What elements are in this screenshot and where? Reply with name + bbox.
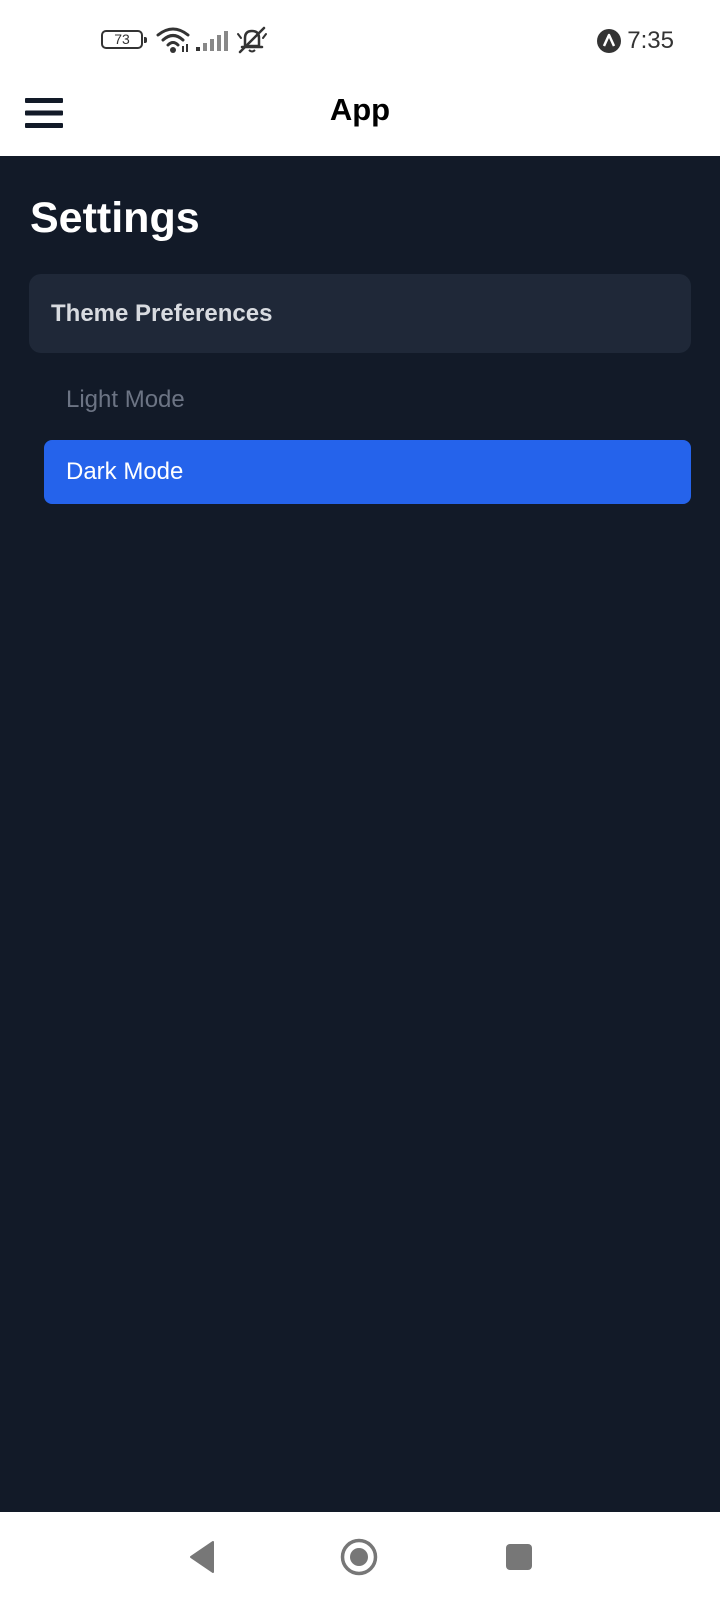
- home-button[interactable]: [334, 1532, 384, 1582]
- option-label: Light Mode: [66, 386, 185, 413]
- recents-button[interactable]: [494, 1532, 544, 1582]
- app-bar: App: [0, 80, 720, 156]
- app-title: App: [329, 92, 391, 127]
- home-icon: [340, 1538, 378, 1576]
- recents-icon: [506, 1544, 532, 1570]
- dark-mode-option[interactable]: Dark Mode: [44, 440, 691, 504]
- status-bar: 73 7:35: [0, 0, 720, 80]
- light-mode-option[interactable]: Light Mode: [44, 368, 691, 432]
- battery-level: 73: [114, 31, 130, 47]
- settings-screen: Settings Theme Preferences Light Mode Da…: [0, 156, 720, 1512]
- theme-preferences-header[interactable]: Theme Preferences: [29, 274, 691, 353]
- wifi-icon: [156, 27, 190, 53]
- section-title: Theme Preferences: [51, 299, 273, 327]
- clock-area: 7:35: [597, 24, 674, 58]
- back-icon: [190, 1541, 214, 1573]
- system-nav-bar: [0, 1512, 720, 1600]
- app-notification-icon: [597, 29, 622, 53]
- notifications-off-icon: [237, 26, 267, 54]
- cellular-signal-icon: [196, 31, 228, 51]
- clock: 7:35: [627, 27, 674, 54]
- option-label: Dark Mode: [66, 458, 184, 485]
- page-title: Settings: [30, 194, 200, 242]
- battery-icon: 73: [101, 30, 147, 49]
- back-button[interactable]: [177, 1532, 227, 1582]
